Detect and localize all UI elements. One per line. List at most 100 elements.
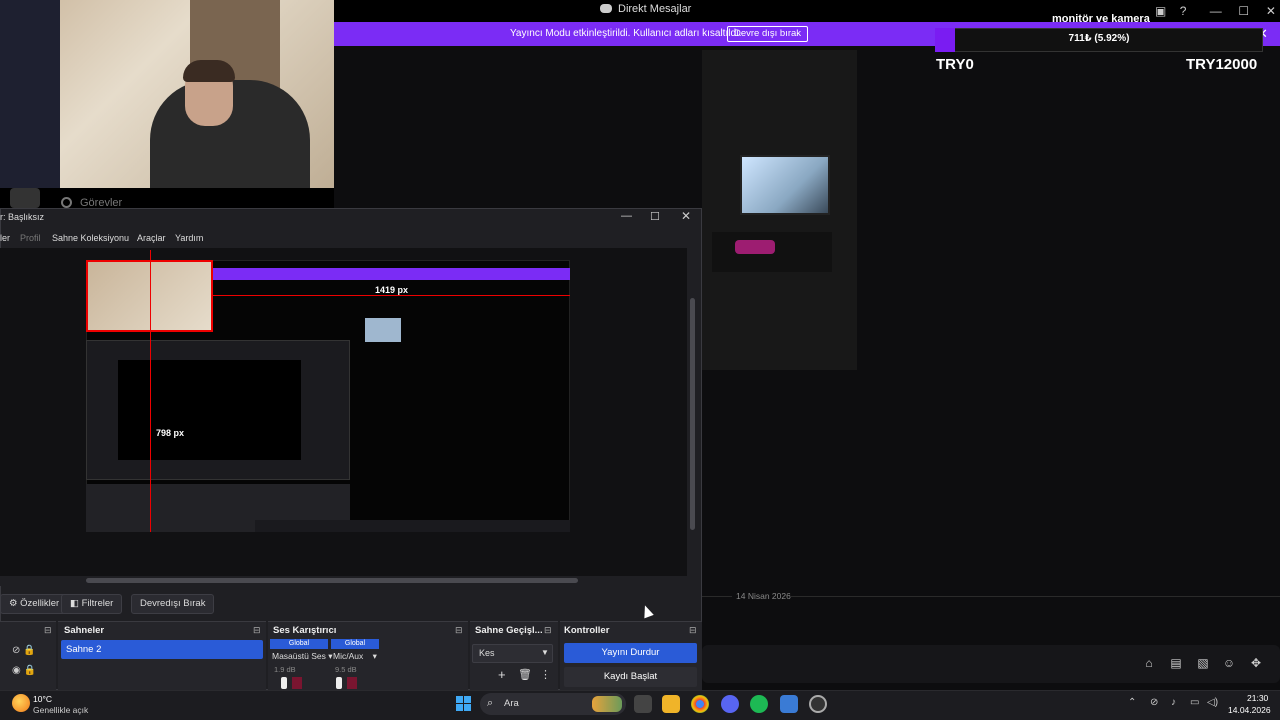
obs-close-icon[interactable]: ✕ xyxy=(681,209,691,223)
weather-description[interactable]: Genellikle açık xyxy=(33,705,88,715)
deactivate-button[interactable]: Devredışı Bırak xyxy=(131,594,215,614)
mixer-dock-float-icon[interactable]: ⊟ xyxy=(455,625,463,636)
notepad-icon[interactable] xyxy=(780,695,798,713)
start-recording-button[interactable]: Kaydı Başlat xyxy=(564,667,697,687)
channel-name: Masaüstü Ses xyxy=(272,651,326,661)
properties-button[interactable]: ⚙ Özellikler xyxy=(0,594,69,614)
donation-progress-label: 711₺ (5.92%) xyxy=(1068,33,1130,44)
tasks-icon xyxy=(61,197,72,208)
obs-window-title: r: Başlıksız xyxy=(0,212,45,222)
room-monitor xyxy=(740,155,830,215)
volume-meter xyxy=(347,677,357,689)
volume-icon[interactable]: ◁) xyxy=(1207,697,1218,708)
transitions-dock-float-icon[interactable]: ⊟ xyxy=(544,625,552,636)
scenes-dock-float-icon[interactable]: ⊟ xyxy=(253,625,261,636)
filters-button[interactable]: ◧ Filtreler xyxy=(61,594,123,614)
weather-icon[interactable] xyxy=(12,694,30,712)
menu-item-profile[interactable]: Profil xyxy=(20,233,41,243)
obs-icon[interactable] xyxy=(809,695,827,713)
horizontal-scrollbar-thumb[interactable] xyxy=(86,578,578,583)
distance-label-horizontal: 1419 px xyxy=(375,285,409,295)
close-icon[interactable]: ✕ xyxy=(1266,4,1276,18)
scene-transitions-title: Sahne Geçişl... xyxy=(475,625,543,636)
donation-max-label: TRY12000 xyxy=(1186,56,1258,73)
inbox-icon[interactable]: ▣ xyxy=(1155,4,1166,18)
trash-icon[interactable]: 🗑 xyxy=(518,668,532,681)
channel-name: Mic/Aux xyxy=(333,651,364,661)
keyboard-glow xyxy=(735,240,775,254)
sources-dock-float-icon[interactable]: ⊟ xyxy=(44,625,52,636)
preview-nested-canvas xyxy=(118,360,301,460)
help-icon[interactable]: ? xyxy=(1180,4,1187,18)
distance-guide-vertical xyxy=(150,250,151,532)
notifications-off-icon[interactable]: ⊘ xyxy=(1150,697,1158,708)
vertical-scrollbar-thumb[interactable] xyxy=(690,298,695,530)
menu-item-scenes[interactable]: ler xyxy=(0,233,10,243)
more-icon[interactable]: ⋮ xyxy=(540,668,551,681)
webcam-feed xyxy=(0,0,334,188)
message-input[interactable] xyxy=(702,645,1280,683)
menu-item-tools[interactable]: Araçlar xyxy=(137,233,166,243)
preview-streamer-banner xyxy=(213,268,570,280)
gif-icon[interactable]: ▤ xyxy=(1169,656,1183,670)
search-label: Ara xyxy=(504,698,519,709)
donation-min-label: TRY0 xyxy=(936,56,974,73)
search-highlight-art xyxy=(592,696,622,712)
disable-streamer-mode-button[interactable]: Devre dışı bırak xyxy=(727,26,809,42)
clock-time[interactable]: 21:30 xyxy=(1247,693,1268,703)
chevron-down-icon: ▼ xyxy=(541,648,549,657)
mixer-channel-mic[interactable]: Mic/Aux ▾ xyxy=(333,651,377,662)
menu-item-scene-collection[interactable]: Sahne Koleksiyonu xyxy=(52,233,129,243)
controls-dock-float-icon[interactable]: ⊟ xyxy=(689,625,697,636)
stop-streaming-button[interactable]: Yayını Durdur xyxy=(564,643,697,663)
date-divider-left xyxy=(702,596,732,597)
mixer-global-badge: Global xyxy=(331,639,379,649)
filters-label: Filtreler xyxy=(81,598,114,609)
volume-fader[interactable] xyxy=(336,677,342,689)
preview-taskbar xyxy=(255,520,570,532)
display-icon[interactable]: ▭ xyxy=(1190,697,1199,708)
add-icon[interactable]: + xyxy=(498,667,506,682)
start-menu-icon[interactable] xyxy=(456,696,471,711)
microphone-icon[interactable]: ♪ xyxy=(1171,697,1176,708)
volume-meter xyxy=(292,677,302,689)
obs-minimize-icon[interactable]: — xyxy=(621,210,632,222)
visibility-hidden-icon[interactable]: ⊘ 🔒 xyxy=(12,645,36,656)
spotify-icon[interactable] xyxy=(750,695,768,713)
controls-title: Kontroller xyxy=(564,625,610,636)
apps-icon[interactable]: ✥ xyxy=(1249,656,1263,670)
clock-date[interactable]: 14.04.2026 xyxy=(1228,705,1271,715)
weather-temperature[interactable]: 10°C xyxy=(33,694,52,704)
discord-window-title: Direkt Mesajlar xyxy=(600,3,691,15)
maximize-icon[interactable]: ☐ xyxy=(1238,4,1249,18)
obs-maximize-icon[interactable]: ☐ xyxy=(650,210,660,223)
file-explorer-icon[interactable] xyxy=(662,695,680,713)
channel-volume-db: 9.5 dB xyxy=(335,665,357,674)
voice-avatar[interactable] xyxy=(10,188,40,208)
mixer-channel-desktop[interactable]: Masaüstü Ses ▾ xyxy=(272,651,333,662)
discord-icon[interactable] xyxy=(721,695,739,713)
channel-volume-db: 1.9 dB xyxy=(274,665,296,674)
visibility-icon[interactable]: ◉ 🔒 xyxy=(12,665,36,676)
mixer-global-badge: Global xyxy=(270,639,328,649)
audio-mixer-title: Ses Karıştırıcı xyxy=(273,625,337,636)
distance-guide-horizontal xyxy=(213,295,570,296)
preview-monitor xyxy=(365,318,401,342)
gift-icon[interactable]: ⌂ xyxy=(1142,656,1156,670)
chrome-icon[interactable] xyxy=(691,695,709,713)
sticker-icon[interactable]: ▧ xyxy=(1196,656,1210,670)
discord-logo-icon xyxy=(600,4,612,13)
date-separator: 14 Nisan 2026 xyxy=(736,591,791,601)
properties-label: Özellikler xyxy=(20,598,60,609)
volume-fader[interactable] xyxy=(281,677,287,689)
date-divider-right xyxy=(790,596,1280,597)
minimize-icon[interactable]: — xyxy=(1210,4,1222,18)
scenes-title: Sahneler xyxy=(64,625,105,636)
tray-overflow-icon[interactable]: ⌃ xyxy=(1128,697,1136,708)
discord-window-controls: ▣ ? — ☐ ✕ xyxy=(1155,4,1276,18)
donation-goal-title: monitör ve kamera xyxy=(1052,13,1150,25)
emoji-icon[interactable]: ☺ xyxy=(1222,656,1236,670)
task-view-icon[interactable] xyxy=(634,695,652,713)
menu-item-help[interactable]: Yardım xyxy=(175,233,203,243)
scene-item[interactable]: Sahne 2 xyxy=(61,640,263,659)
